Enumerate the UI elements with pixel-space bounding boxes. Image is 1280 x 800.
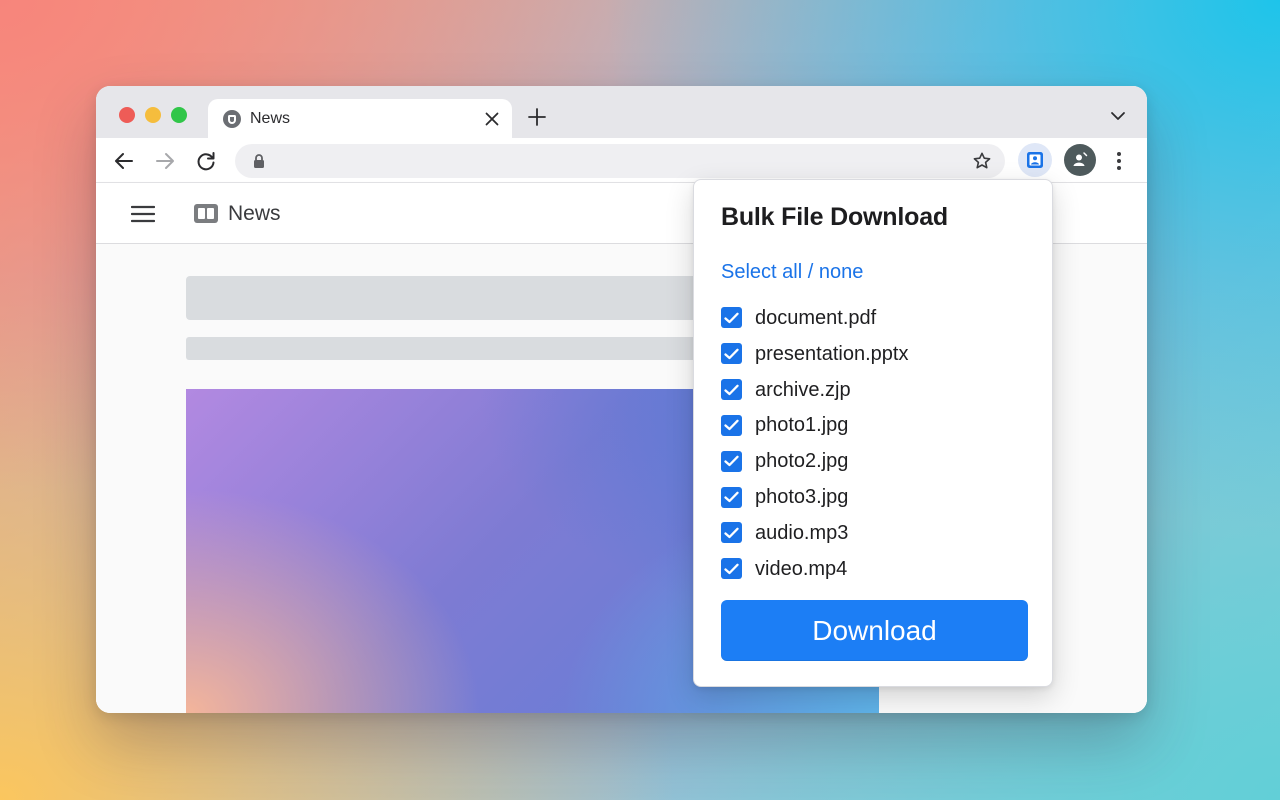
file-checkbox[interactable] xyxy=(721,343,742,365)
kebab-menu-icon[interactable] xyxy=(1109,150,1129,172)
extension-badge-icon xyxy=(1027,152,1043,168)
file-checkbox[interactable] xyxy=(721,379,742,401)
file-checkbox[interactable] xyxy=(721,486,742,508)
checkmark-icon xyxy=(724,384,739,395)
file-checkbox[interactable] xyxy=(721,307,742,329)
maximize-window-button[interactable] xyxy=(171,107,187,123)
arrow-left-icon[interactable] xyxy=(113,150,135,172)
checkmark-icon xyxy=(724,455,739,467)
arrow-right-icon[interactable] xyxy=(154,150,176,172)
file-item[interactable]: archive.zjp xyxy=(721,372,1031,408)
reload-icon[interactable] xyxy=(195,150,217,172)
file-checkbox[interactable] xyxy=(721,558,742,580)
checkmark-icon xyxy=(724,420,739,431)
file-name: archive.zjp xyxy=(755,378,851,401)
checkmark-icon xyxy=(724,348,739,359)
file-list: document.pdf presentation.pptx archive.z… xyxy=(721,300,1031,587)
hamburger-menu-icon[interactable] xyxy=(131,205,155,223)
popup-title: Bulk File Download xyxy=(721,203,948,231)
chevron-down-icon[interactable] xyxy=(1110,110,1126,122)
file-name: photo3.jpg xyxy=(755,486,849,509)
checkmark-icon xyxy=(724,563,739,574)
file-name: document.pdf xyxy=(755,306,877,329)
file-name: video.mp4 xyxy=(755,557,848,580)
file-checkbox[interactable] xyxy=(721,522,742,544)
browser-toolbar xyxy=(96,138,1147,183)
file-item[interactable]: presentation.pptx xyxy=(721,336,1031,372)
file-item[interactable]: video.mp4 xyxy=(721,551,1031,587)
lock-icon[interactable] xyxy=(252,153,266,169)
file-checkbox[interactable] xyxy=(721,414,742,436)
download-button[interactable]: Download xyxy=(721,600,1028,661)
close-icon[interactable] xyxy=(484,111,500,127)
tab-news[interactable]: News xyxy=(208,99,512,139)
bulk-download-popup: Bulk File Download Select all / none doc… xyxy=(693,179,1053,687)
profile-avatar-icon[interactable] xyxy=(1064,144,1096,176)
file-item[interactable]: photo3.jpg xyxy=(721,479,1031,515)
file-name: presentation.pptx xyxy=(755,342,909,365)
plus-icon[interactable] xyxy=(528,108,546,126)
star-icon[interactable] xyxy=(972,151,992,171)
select-all-link[interactable]: Select all / none xyxy=(721,260,863,284)
file-name: photo2.jpg xyxy=(755,450,849,473)
file-item[interactable]: photo2.jpg xyxy=(721,443,1031,479)
file-checkbox[interactable] xyxy=(721,450,742,472)
file-item[interactable]: photo1.jpg xyxy=(721,408,1031,444)
minimize-window-button[interactable] xyxy=(145,107,161,123)
file-name: photo1.jpg xyxy=(755,414,849,437)
close-window-button[interactable] xyxy=(119,107,135,123)
tab-strip: News xyxy=(96,86,1147,139)
file-item[interactable]: audio.mp3 xyxy=(721,515,1031,551)
file-item[interactable]: document.pdf xyxy=(721,300,1031,336)
news-logo-icon xyxy=(194,204,218,223)
checkmark-icon xyxy=(724,527,739,539)
checkmark-icon xyxy=(724,312,739,324)
bulk-download-extension-icon[interactable] xyxy=(1018,143,1052,177)
address-bar[interactable] xyxy=(235,144,1005,178)
file-name: audio.mp3 xyxy=(755,521,849,544)
tab-title: News xyxy=(250,110,291,127)
shield-favicon-icon xyxy=(223,110,241,128)
profile-glyph-icon xyxy=(1073,152,1088,166)
checkmark-icon xyxy=(724,491,739,503)
site-name[interactable]: News xyxy=(228,201,281,227)
